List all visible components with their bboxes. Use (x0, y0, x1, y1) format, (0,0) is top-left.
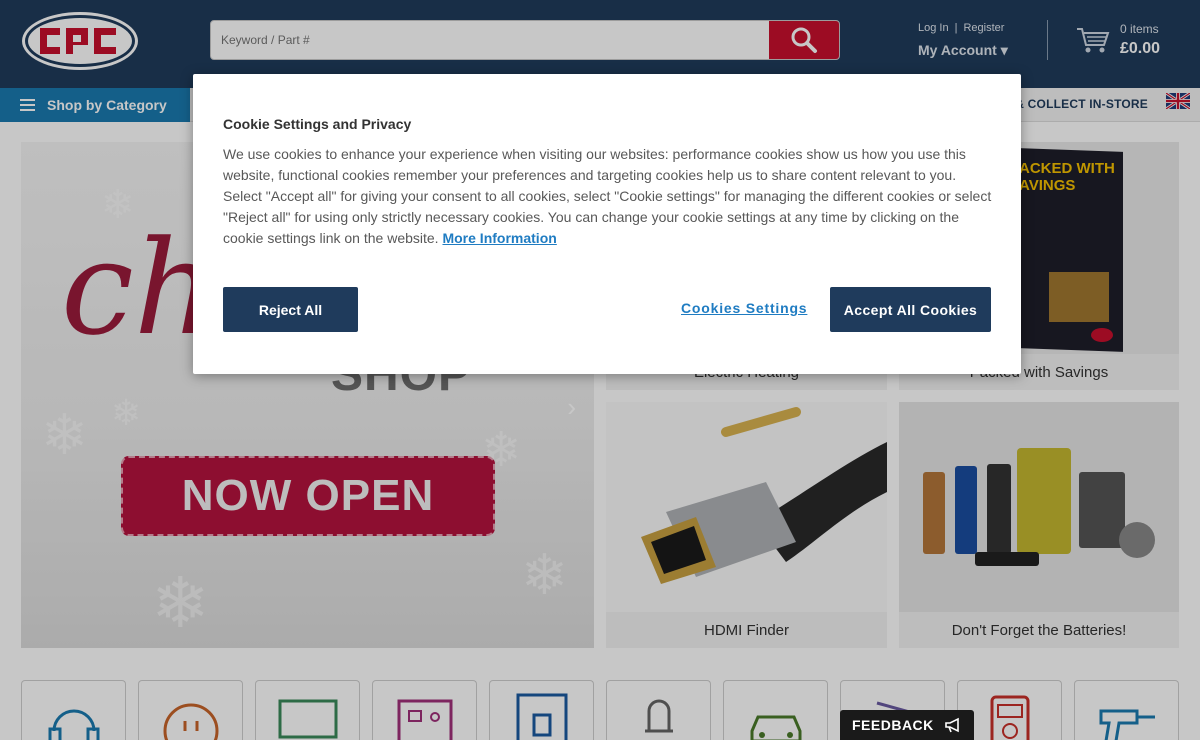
cookie-consent-dialog: Cookie Settings and Privacy We use cooki… (193, 74, 1021, 374)
cookie-dialog-title: Cookie Settings and Privacy (223, 116, 412, 132)
cookie-body-text: We use cookies to enhance your experienc… (223, 146, 992, 246)
feedback-label: FEEDBACK (852, 717, 934, 733)
megaphone-icon (944, 717, 959, 733)
cookie-dialog-body: We use cookies to enhance your experienc… (223, 144, 993, 249)
more-information-link[interactable]: More Information (442, 230, 556, 246)
cookies-settings-button[interactable]: Cookies Settings (681, 300, 807, 316)
accept-all-cookies-button[interactable]: Accept All Cookies (830, 287, 991, 332)
feedback-tab[interactable]: FEEDBACK (840, 710, 974, 740)
reject-all-button[interactable]: Reject All (223, 287, 358, 332)
